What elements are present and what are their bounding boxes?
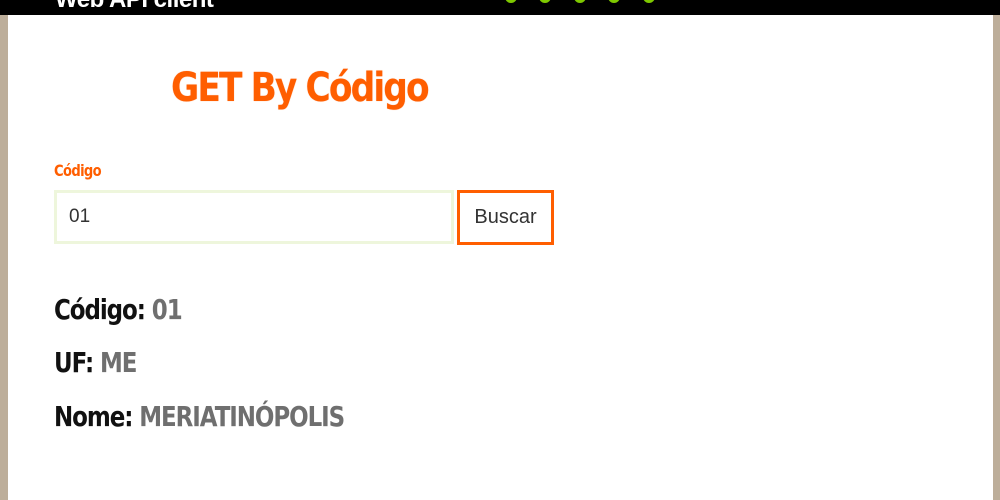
result-codigo-label: Código: <box>54 293 146 326</box>
result-codigo-value: 01 <box>151 293 183 326</box>
nav-link-fragment[interactable] <box>608 0 621 3</box>
result-nome-value: MERIATINÓPOLIS <box>139 400 345 433</box>
nav-link-fragment[interactable] <box>573 0 586 3</box>
codigo-field-label: Código <box>54 161 102 180</box>
nav-link-fragment[interactable] <box>505 0 517 3</box>
buscar-button[interactable]: Buscar <box>457 190 554 245</box>
content-card: GET By Código Código Buscar Código: 01 U… <box>8 15 993 500</box>
top-navbar: Web API client <box>0 0 1000 15</box>
result-uf-label: UF: <box>54 346 94 379</box>
result-nome-label: Nome: <box>54 400 133 433</box>
nav-link-fragment[interactable] <box>642 0 655 3</box>
nav-link-fragment[interactable] <box>539 0 552 3</box>
result-uf-value: ME <box>99 346 137 379</box>
page-title: GET By Código <box>171 65 430 111</box>
result-uf-row: UF: ME <box>54 346 137 379</box>
result-codigo-row: Código: 01 <box>54 293 183 326</box>
result-nome-row: Nome: MERIATINÓPOLIS <box>54 400 345 433</box>
nav-links-clipped[interactable] <box>505 0 690 4</box>
codigo-input[interactable] <box>54 190 454 244</box>
brand-title[interactable]: Web API client <box>55 0 214 14</box>
